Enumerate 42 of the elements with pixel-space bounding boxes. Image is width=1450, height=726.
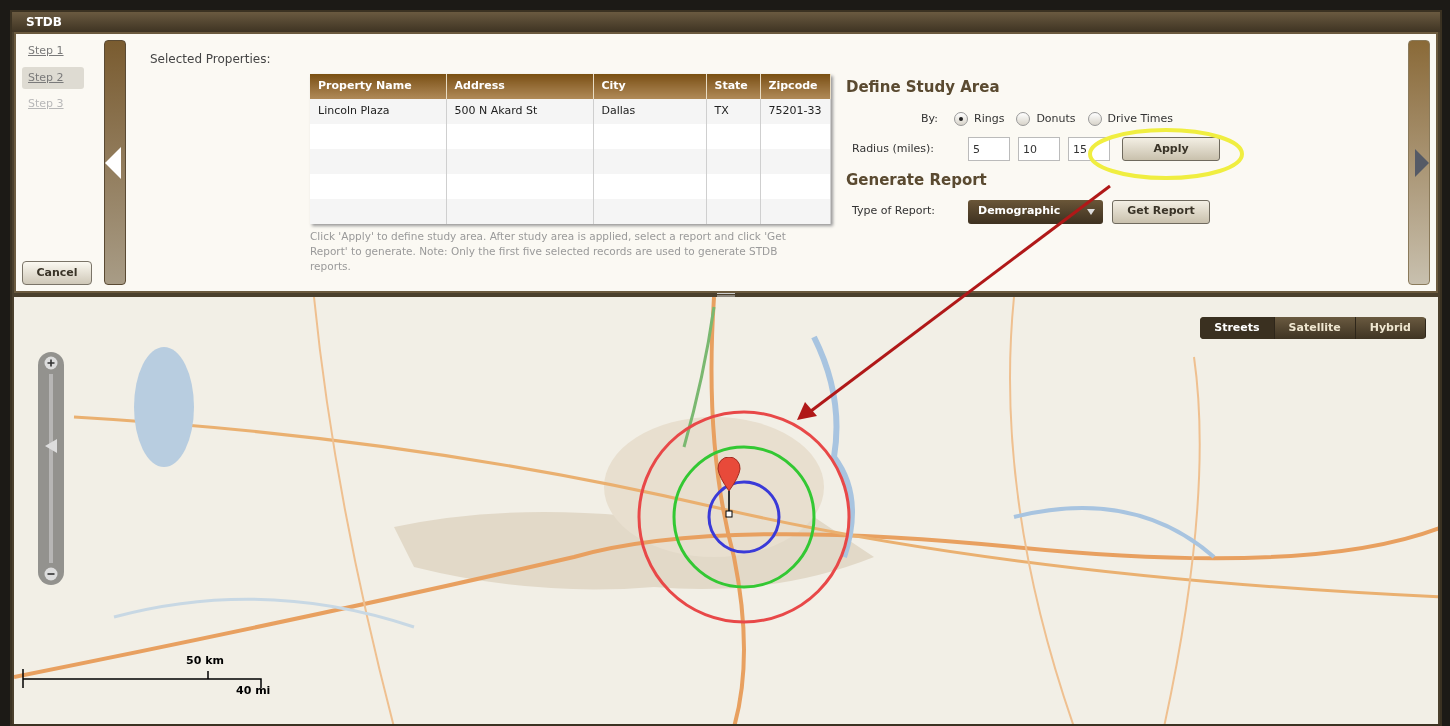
collapse-bar[interactable] (104, 40, 126, 285)
radio-label[interactable]: Donuts (1036, 110, 1076, 127)
section-heading: Generate Report (846, 170, 988, 191)
column-header: Property Name (310, 74, 446, 99)
location-pin-icon (717, 457, 741, 519)
radius-field[interactable]: 5 (968, 137, 1010, 161)
section-heading: Define Study Area (846, 77, 1001, 98)
map-type-button[interactable]: Satellite (1274, 317, 1356, 339)
right-arrow-icon (1415, 148, 1429, 177)
radio-button[interactable] (954, 111, 968, 126)
radio-button[interactable] (1087, 111, 1102, 126)
column-header: State (706, 74, 760, 99)
instruction-note: Click 'Apply' to define study area. After study area is applied, select a report and click 'Get Report' to generate. Note: Only the first five selected records are used to generate STDB reports. (310, 229, 787, 274)
left-arrow-icon (105, 146, 121, 179)
radius-field[interactable]: 10 (1018, 137, 1060, 161)
apply-button[interactable]: Apply (1122, 137, 1220, 161)
cancel-button[interactable]: Cancel (22, 261, 92, 285)
caret-icon (1087, 208, 1095, 215)
field-label: By: (920, 110, 939, 127)
radio-label[interactable]: Rings (974, 110, 1005, 127)
field-label: Type of Report: (851, 203, 937, 220)
map-type-button[interactable]: Hybrid (1355, 317, 1426, 339)
map-type-button[interactable]: Streets (1200, 317, 1275, 339)
step-link[interactable]: Step 1 (22, 40, 84, 63)
scale-label: 40 mi (236, 683, 271, 699)
report-type-dropdown[interactable]: Demographic (968, 199, 1103, 224)
expand-bar[interactable] (1408, 40, 1430, 285)
get-report-button[interactable]: Get Report (1112, 199, 1210, 224)
zoom-out-icon[interactable] (44, 567, 58, 581)
section-label: Selected Properties: (150, 52, 271, 66)
splitter-handle[interactable] (717, 293, 735, 297)
zoom-slider[interactable] (38, 352, 64, 585)
radio-label[interactable]: Drive Times (1107, 110, 1174, 127)
radio-button[interactable] (1016, 111, 1031, 126)
scale-label: 50 km (186, 653, 224, 669)
field-label: Radius (miles): (851, 140, 935, 157)
column-header: Address (446, 74, 593, 99)
zoom-thumb[interactable] (45, 438, 57, 453)
zoom-in-icon[interactable] (44, 356, 58, 370)
column-header: City (593, 74, 706, 99)
window-title: STDB (12, 12, 1440, 32)
column-header: Zipcode (760, 74, 830, 99)
